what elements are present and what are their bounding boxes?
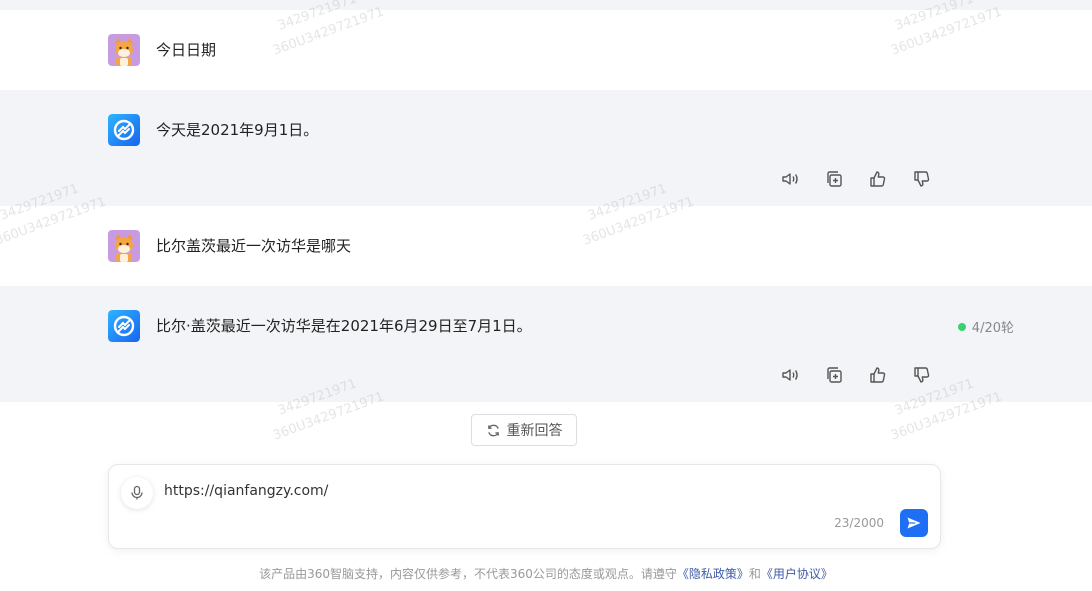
speaker-icon[interactable] [778,167,802,191]
char-counter: 23/2000 [834,516,884,530]
chat-input-box: 23/2000 [108,464,941,549]
send-icon [907,517,921,529]
copy-icon[interactable] [822,363,846,387]
message-text: 今日日期 [156,41,217,59]
thumbs-up-icon[interactable] [866,363,890,387]
message-text: 今天是2021年9月1日。 [156,121,319,139]
assistant-avatar [108,310,140,342]
user-avatar [108,230,140,262]
status-dot [957,322,966,331]
send-button[interactable] [900,509,928,537]
chat-input[interactable] [164,483,864,499]
chat-message-user: 比尔盖茨最近一次访华是哪天 [0,206,1092,286]
turn-counter-label: 4/20轮 [971,321,1014,336]
chat-message-assistant: 今天是2021年9月1日。 [0,90,1092,206]
user-avatar [108,34,140,66]
footer-disclaimer: 该产品由360智脑支持，内容仅供参考，不代表360公司的态度或观点。请遵守《隐私… [0,565,1092,582]
thumbs-down-icon[interactable] [910,363,934,387]
message-text: 比尔盖茨最近一次访华是哪天 [156,237,352,255]
message-actions [778,363,934,387]
thumbs-up-icon[interactable] [866,167,890,191]
assistant-avatar [108,114,140,146]
message-actions [778,167,934,191]
regenerate-label: 重新回答 [506,423,563,439]
footer-and: 和 [748,567,761,581]
turn-counter: 4/20轮 [957,317,1014,336]
regenerate-button[interactable]: 重新回答 [471,414,577,446]
chat-message-user: 今日日期 [0,10,1092,90]
top-strip [0,0,1092,10]
privacy-policy-link[interactable]: 《隐私政策》 [677,567,749,581]
chat-message-assistant: 比尔·盖茨最近一次访华是在2021年6月29日至7月1日。 4/20轮 [0,286,1092,402]
thumbs-down-icon[interactable] [910,167,934,191]
copy-icon[interactable] [822,167,846,191]
refresh-icon [487,424,499,436]
microphone-button[interactable] [121,477,153,509]
user-agreement-link[interactable]: 《用户协议》 [761,567,833,581]
footer-text: 该产品由360智脑支持，内容仅供参考，不代表360公司的态度或观点。请遵守 [259,567,677,581]
message-text: 比尔·盖茨最近一次访华是在2021年6月29日至7月1日。 [156,317,532,335]
speaker-icon[interactable] [778,363,802,387]
microphone-icon [131,485,143,500]
